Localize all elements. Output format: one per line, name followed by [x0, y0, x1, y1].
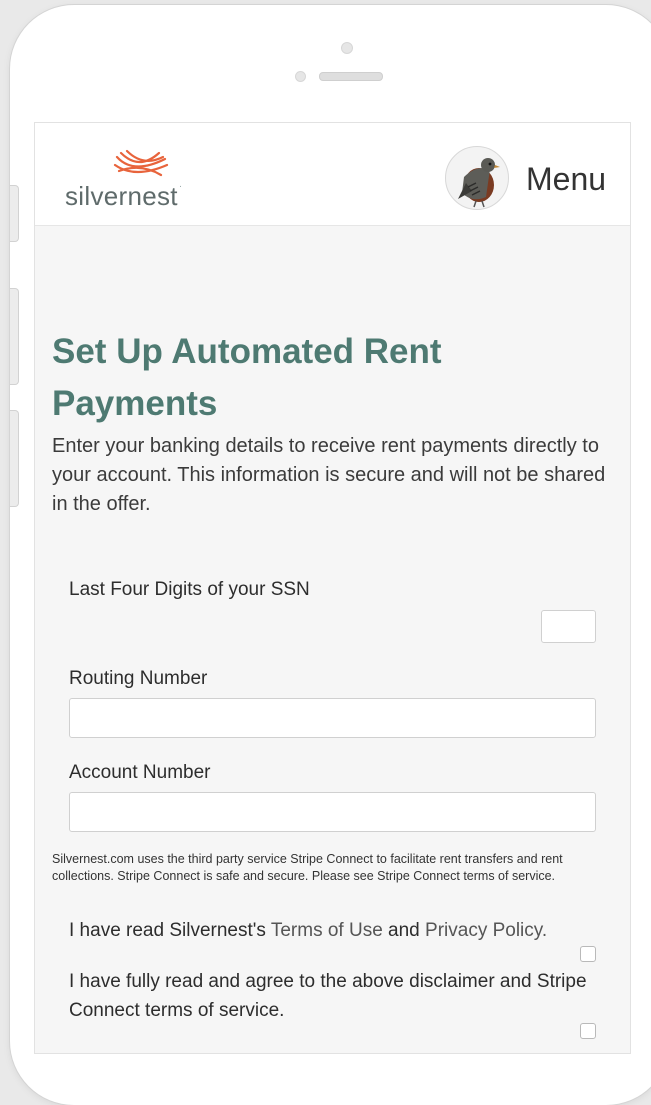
- disclaimer-checkbox[interactable]: [580, 1023, 596, 1039]
- phone-volume-down-button: [10, 410, 19, 507]
- terms-agreement-text: I have read Silvernest's Terms of Use an…: [69, 916, 589, 945]
- terms-prefix: I have read Silvernest's: [69, 920, 266, 941]
- stripe-disclaimer: Silvernest.com uses the third party serv…: [52, 852, 563, 883]
- account-number-input[interactable]: [69, 792, 596, 832]
- logo-wordmark: silvernest·: [65, 181, 183, 211]
- user-avatar[interactable]: [445, 146, 509, 210]
- bird-illustration-icon: [458, 158, 500, 208]
- terms-checkbox[interactable]: [580, 946, 596, 962]
- proximity-sensor: [295, 71, 306, 82]
- silvernest-logo[interactable]: silvernest·: [63, 149, 233, 211]
- phone-volume-up-button: [10, 288, 19, 385]
- page-title: Set Up Automated Rent Payments: [52, 332, 442, 423]
- earpiece-speaker: [319, 72, 383, 81]
- routing-number-label: Routing Number: [69, 668, 208, 689]
- app-screen: silvernest· Menu Set Up Automated Rent P…: [35, 123, 630, 1053]
- menu-button[interactable]: Menu: [526, 161, 606, 198]
- disclaimer-agreement-text: I have fully read and agree to the above…: [69, 971, 587, 1021]
- routing-number-input[interactable]: [69, 698, 596, 738]
- terms-and: and: [388, 920, 420, 941]
- phone-side-button: [10, 185, 19, 242]
- front-camera: [341, 42, 353, 54]
- ssn-last-four-input[interactable]: [541, 610, 596, 643]
- account-number-label: Account Number: [69, 762, 211, 783]
- terms-of-use-link[interactable]: Terms of Use: [271, 920, 383, 941]
- privacy-policy-link[interactable]: Privacy Policy.: [425, 920, 547, 941]
- ssn-label: Last Four Digits of your SSN: [69, 579, 310, 600]
- top-navigation-bar: silvernest· Menu: [35, 123, 630, 226]
- page-description: Enter your banking details to receive re…: [52, 435, 606, 515]
- nest-logo-icon: [113, 149, 169, 177]
